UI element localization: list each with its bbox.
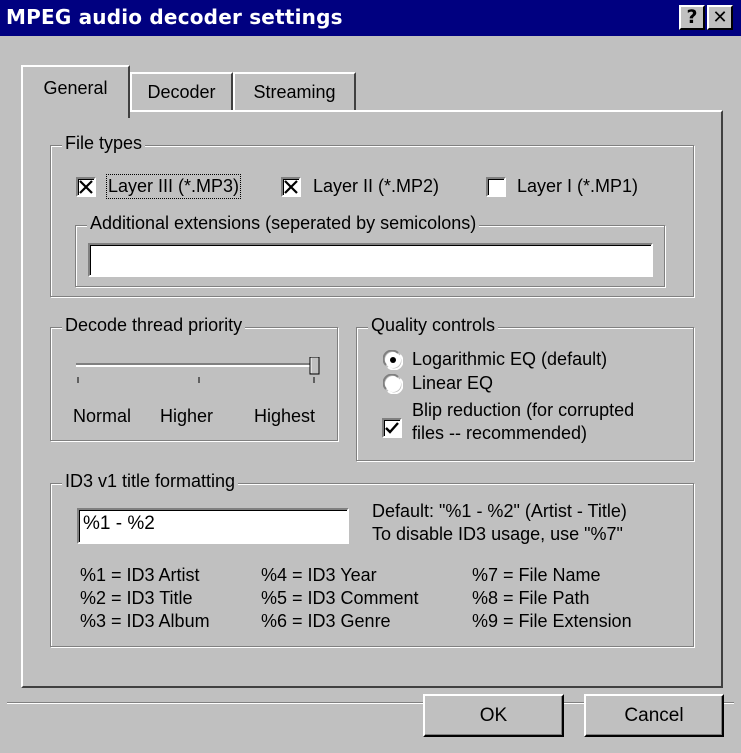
priority-legend: Decode thread priority bbox=[62, 315, 246, 336]
tab-streaming[interactable]: Streaming bbox=[233, 72, 356, 111]
blip-reduction-checkbox[interactable] bbox=[382, 418, 402, 438]
layer2-label[interactable]: Layer II (*.MP2) bbox=[313, 176, 439, 197]
checkmark-icon bbox=[79, 180, 93, 194]
id3-legend-item: %7 = File Name bbox=[472, 565, 601, 585]
priority-label-higher: Higher bbox=[160, 406, 214, 426]
tab-streaming-label: Streaming bbox=[253, 82, 336, 102]
linear-eq-radio[interactable] bbox=[383, 374, 403, 394]
id3-legend-item: %6 = ID3 Genre bbox=[261, 611, 391, 631]
layer1-checkbox[interactable] bbox=[486, 177, 506, 197]
id3-default-text: Default: "%1 - %2" (Artist - Title) bbox=[372, 501, 627, 521]
cancel-button[interactable]: Cancel bbox=[584, 694, 724, 737]
id3-legend-item: %3 = ID3 Album bbox=[80, 611, 210, 631]
help-button[interactable]: ? bbox=[679, 5, 705, 30]
window-title: MPEG audio decoder settings bbox=[6, 5, 343, 29]
logarithmic-eq-radio[interactable] bbox=[383, 350, 403, 370]
linear-eq-label[interactable]: Linear EQ bbox=[412, 373, 493, 394]
id3-disable-text: To disable ID3 usage, use "%7" bbox=[372, 524, 623, 544]
additional-extensions-input[interactable] bbox=[88, 243, 653, 277]
tab-general-label: General bbox=[43, 78, 108, 98]
id3-legend-item: %2 = ID3 Title bbox=[80, 588, 193, 608]
tab-decoder-label: Decoder bbox=[147, 82, 216, 102]
tab-general[interactable]: General bbox=[21, 65, 130, 118]
file-types-legend: File types bbox=[62, 133, 146, 154]
checkmark-icon bbox=[385, 422, 399, 434]
layer2-checkbox[interactable] bbox=[281, 177, 301, 197]
additional-extensions-legend: Additional extensions (seperated by semi… bbox=[87, 213, 480, 234]
blip-reduction-label-line1[interactable]: Blip reduction (for corrupted bbox=[412, 400, 634, 421]
blip-reduction-label-line2[interactable]: files -- recommended) bbox=[412, 423, 587, 444]
id3-legend: ID3 v1 title formatting bbox=[62, 471, 239, 492]
id3-legend-item: %5 = ID3 Comment bbox=[261, 588, 419, 608]
layer3-label[interactable]: Layer III (*.MP3) bbox=[105, 174, 242, 199]
priority-label-highest: Highest bbox=[254, 406, 316, 426]
close-button[interactable]: ✕ bbox=[707, 5, 733, 30]
layer3-checkbox[interactable] bbox=[76, 177, 96, 197]
logarithmic-eq-label[interactable]: Logarithmic EQ (default) bbox=[412, 349, 607, 370]
priority-slider[interactable] bbox=[74, 357, 324, 387]
id3-legend-item: %1 = ID3 Artist bbox=[80, 565, 200, 585]
checkmark-icon bbox=[284, 180, 298, 194]
priority-label-normal: Normal bbox=[73, 406, 132, 426]
quality-legend: Quality controls bbox=[368, 315, 499, 336]
tab-decoder[interactable]: Decoder bbox=[130, 72, 233, 111]
ok-button[interactable]: OK bbox=[423, 694, 564, 737]
id3-legend-item: %9 = File Extension bbox=[472, 611, 632, 631]
id3-legend-item: %4 = ID3 Year bbox=[261, 565, 377, 585]
id3-format-input[interactable]: %1 - %2 bbox=[77, 508, 349, 544]
id3-legend-item: %8 = File Path bbox=[472, 588, 590, 608]
layer1-label[interactable]: Layer I (*.MP1) bbox=[517, 176, 638, 197]
